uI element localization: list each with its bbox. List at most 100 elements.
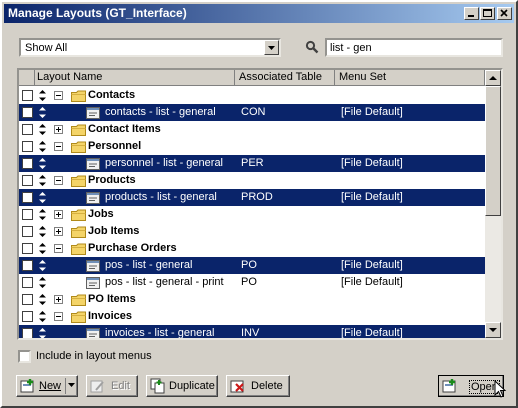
- row-checkbox[interactable]: [22, 243, 33, 254]
- collapse-toggle[interactable]: [54, 244, 63, 253]
- dropdown-arrow-button[interactable]: [264, 40, 279, 55]
- layout-icon: [86, 192, 100, 204]
- menu-set: [File Default]: [341, 106, 403, 118]
- collapse-toggle[interactable]: [54, 91, 63, 100]
- delete-button-label: Delete: [251, 380, 283, 392]
- minimize-button[interactable]: [464, 7, 479, 20]
- sort-grip-icon[interactable]: [39, 124, 46, 135]
- layout-icon: [86, 107, 100, 119]
- expand-toggle[interactable]: [54, 125, 63, 134]
- menu-set: [File Default]: [341, 157, 403, 169]
- collapse-toggle[interactable]: [54, 312, 63, 321]
- layout-name: invoices - list - general: [105, 327, 215, 339]
- folder-icon: [71, 90, 86, 102]
- header-associated-table[interactable]: Associated Table: [235, 70, 335, 86]
- row-checkbox[interactable]: [22, 226, 33, 237]
- minus-icon: [56, 316, 61, 317]
- include-in-menus-checkbox[interactable]: [18, 350, 31, 363]
- sort-grip-icon[interactable]: [39, 226, 46, 237]
- row-checkbox[interactable]: [22, 90, 33, 101]
- duplicate-button[interactable]: Duplicate: [146, 375, 218, 397]
- layout-name: personnel - list - general: [105, 157, 224, 169]
- row-checkbox[interactable]: [22, 158, 33, 169]
- sort-grip-icon[interactable]: [39, 260, 46, 271]
- group-row[interactable]: Job Items: [19, 223, 485, 240]
- title-bar[interactable]: Manage Layouts (GT_Interface): [4, 4, 514, 23]
- group-row[interactable]: Contact Items: [19, 121, 485, 138]
- table-row[interactable]: pos - list - general - print PO [File Defa…: [19, 274, 485, 291]
- sort-grip-icon[interactable]: [39, 311, 46, 322]
- row-checkbox[interactable]: [22, 311, 33, 322]
- minimize-icon: [468, 15, 474, 17]
- edit-button[interactable]: Edit: [86, 375, 138, 397]
- folder-icon: [71, 141, 86, 153]
- expand-toggle[interactable]: [54, 295, 63, 304]
- close-icon: [500, 9, 508, 17]
- sort-grip-icon[interactable]: [39, 141, 46, 152]
- minus-icon: [56, 248, 61, 249]
- associated-table: PO: [241, 259, 257, 271]
- header-layout-name[interactable]: Layout Name: [35, 70, 235, 86]
- row-checkbox[interactable]: [22, 277, 33, 288]
- new-layout-icon: [20, 379, 34, 393]
- row-checkbox[interactable]: [22, 141, 33, 152]
- group-row[interactable]: Invoices: [19, 308, 485, 325]
- row-checkbox[interactable]: [22, 294, 33, 305]
- sort-grip-icon[interactable]: [39, 107, 46, 118]
- scroll-up-button[interactable]: [485, 70, 501, 86]
- associated-table: CON: [241, 106, 266, 118]
- sort-grip-icon[interactable]: [39, 243, 46, 254]
- layouts-grid[interactable]: Layout Name Associated Table Menu Set Co…: [17, 68, 503, 340]
- delete-button[interactable]: Delete: [226, 375, 290, 397]
- table-row[interactable]: products - list - general PROD [File Defau…: [19, 189, 485, 206]
- filter-dropdown[interactable]: Show All: [19, 38, 281, 57]
- group-row[interactable]: PO Items: [19, 291, 485, 308]
- menu-set: [File Default]: [341, 276, 403, 288]
- scroll-thumb[interactable]: [485, 86, 501, 216]
- table-row[interactable]: contacts - list - general CON [File Defaul…: [19, 104, 485, 121]
- duplicate-button-label: Duplicate: [169, 380, 215, 392]
- header-menu-set[interactable]: Menu Set: [335, 70, 485, 86]
- expand-toggle[interactable]: [54, 210, 63, 219]
- sort-grip-icon[interactable]: [39, 209, 46, 220]
- search-input[interactable]: list - gen: [325, 38, 503, 57]
- close-button[interactable]: [497, 7, 512, 20]
- row-checkbox[interactable]: [22, 328, 33, 338]
- plus-icon: [56, 229, 61, 234]
- sort-grip-icon[interactable]: [39, 328, 46, 339]
- chevron-down-icon[interactable]: [68, 382, 76, 388]
- maximize-icon: [483, 9, 492, 17]
- group-row[interactable]: Jobs: [19, 206, 485, 223]
- group-row[interactable]: Personnel: [19, 138, 485, 155]
- table-row[interactable]: pos - list - general PO [File Default]: [19, 257, 485, 274]
- row-checkbox[interactable]: [22, 260, 33, 271]
- expand-toggle[interactable]: [54, 227, 63, 236]
- group-row[interactable]: Products: [19, 172, 485, 189]
- associated-table: PROD: [241, 191, 273, 203]
- maximize-button[interactable]: [480, 7, 495, 20]
- folder-icon: [71, 311, 86, 323]
- folder-icon: [71, 124, 86, 136]
- row-checkbox[interactable]: [22, 175, 33, 186]
- sort-grip-icon[interactable]: [39, 277, 46, 288]
- row-checkbox[interactable]: [22, 192, 33, 203]
- row-checkbox[interactable]: [22, 209, 33, 220]
- sort-grip-icon[interactable]: [39, 192, 46, 203]
- scroll-down-button[interactable]: [485, 322, 501, 338]
- row-checkbox[interactable]: [22, 124, 33, 135]
- sort-grip-icon[interactable]: [39, 90, 46, 101]
- group-row[interactable]: Purchase Orders: [19, 240, 485, 257]
- table-row[interactable]: invoices - list - general INV [File Defaul…: [19, 325, 485, 339]
- collapse-toggle[interactable]: [54, 142, 63, 151]
- table-row[interactable]: personnel - list - general PER [File Defau…: [19, 155, 485, 172]
- new-button[interactable]: New: [16, 375, 78, 397]
- vertical-scrollbar[interactable]: [485, 70, 501, 338]
- sort-grip-icon[interactable]: [39, 158, 46, 169]
- group-row[interactable]: Contacts: [19, 87, 485, 104]
- row-checkbox[interactable]: [22, 107, 33, 118]
- sort-grip-icon[interactable]: [39, 175, 46, 186]
- collapse-toggle[interactable]: [54, 176, 63, 185]
- layout-name: products - list - general: [105, 191, 217, 203]
- sort-grip-icon[interactable]: [39, 294, 46, 305]
- group-name: Contacts: [88, 89, 136, 101]
